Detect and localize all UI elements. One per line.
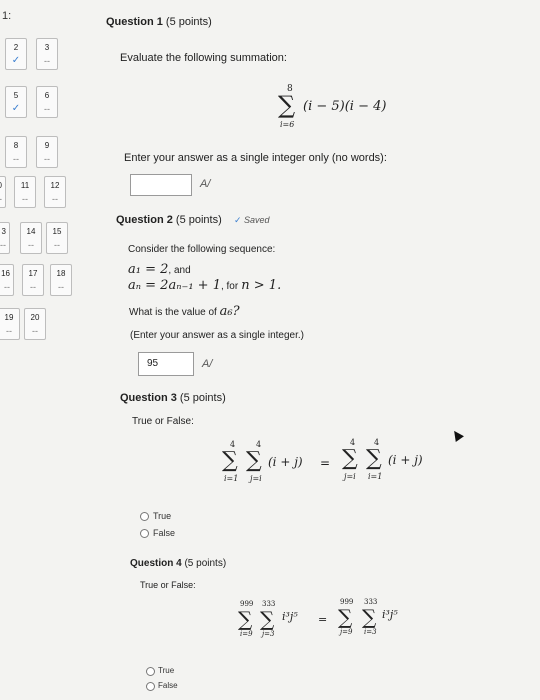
left-outer-lower: i=9 <box>240 630 253 638</box>
left-outer-lower: i=1 <box>224 474 239 483</box>
question-1-heading: Question 1 (5 points) <box>106 16 212 28</box>
right-outer-lower: j=9 <box>340 628 353 636</box>
question-3-prompt: True or False: <box>132 416 194 427</box>
sum-lower-limit: i=6 <box>280 120 295 129</box>
nav-question-14[interactable]: 14 -- <box>20 222 42 254</box>
left-expression: i³j⁵ <box>282 610 298 623</box>
left-inner-lower: j=3 <box>262 630 275 638</box>
nav-question-partial-0[interactable]: 0-- <box>0 176 6 208</box>
summation-symbol: ∑ <box>222 448 238 473</box>
question-4-true-radio[interactable] <box>146 667 155 676</box>
check-icon: ✓ <box>234 215 245 225</box>
summation-expression: (i − 5)(i − 4) <box>303 99 387 114</box>
saved-status: ✓ Saved <box>234 215 270 225</box>
timer-label: 1: <box>2 10 12 22</box>
right-expression: i³j⁵ <box>382 608 398 621</box>
summation-symbol: ∑ <box>278 91 296 119</box>
sequence-line-1: a₁ = 2, and <box>128 262 191 277</box>
equals-sign: = <box>318 613 328 626</box>
nav-question-5[interactable]: 5 ✓ <box>5 86 27 118</box>
question-2-question: What is the value of a₆? <box>129 304 240 319</box>
question-4-false-radio[interactable] <box>146 682 155 691</box>
question-2-instruction: (Enter your answer as a single integer.) <box>130 330 304 341</box>
summation-symbol: ∑ <box>362 605 377 629</box>
summation-symbol: ∑ <box>238 607 253 631</box>
summation-symbol: ∑ <box>366 446 382 471</box>
question-2-heading: Question 2 (5 points) <box>116 214 222 226</box>
right-outer-lower: j=i <box>344 472 356 481</box>
question-4-true-label: True <box>158 666 175 675</box>
question-3-heading: Question 3 (5 points) <box>120 392 226 404</box>
spellcheck-icon[interactable]: A/ <box>202 358 212 370</box>
question-3-false-radio[interactable] <box>140 529 149 538</box>
summation-symbol: ∑ <box>338 605 353 629</box>
summation-symbol: ∑ <box>260 607 275 631</box>
nav-question-16[interactable]: 16 -- <box>0 264 14 296</box>
nav-question-15[interactable]: 15 -- <box>46 222 68 254</box>
nav-question-6[interactable]: 6 -- <box>36 86 58 118</box>
right-inner-lower: i=1 <box>368 472 383 481</box>
question-4-false-label: False <box>158 681 178 690</box>
question-4-prompt: True or False: <box>140 580 196 590</box>
question-2-prompt: Consider the following sequence: <box>128 244 276 255</box>
question-3-true-label: True <box>153 511 172 521</box>
answered-check-icon: ✓ <box>11 103 21 114</box>
summation-symbol: ∑ <box>342 446 358 471</box>
left-inner-lower: j=i <box>250 474 262 483</box>
nav-question-partial-13[interactable]: 3 -- <box>0 222 10 254</box>
sequence-line-2: aₙ = 2aₙ₋₁ + 1, for n > 1. <box>128 278 282 293</box>
question-1-answer-input[interactable] <box>130 174 192 196</box>
nav-question-19[interactable]: 19 -- <box>0 308 20 340</box>
nav-question-2[interactable]: 2 ✓ <box>5 38 27 70</box>
nav-question-18[interactable]: 18 -- <box>50 264 72 296</box>
nav-question-3[interactable]: 3 -- <box>36 38 58 70</box>
nav-question-11[interactable]: 11 -- <box>14 176 36 208</box>
mouse-pointer-icon <box>450 428 464 442</box>
nav-question-8[interactable]: 8 -- <box>5 136 27 168</box>
left-expression: (i + j) <box>268 455 303 469</box>
question-3-false-label: False <box>153 528 176 538</box>
quiz-page: 1: 2✓ 3-- 5✓ 6-- 8-- 9-- 0-- 11-- 12-- 3… <box>0 0 540 700</box>
right-expression: (i + j) <box>388 453 423 467</box>
nav-question-12[interactable]: 12 -- <box>44 176 66 208</box>
question-3-true-radio[interactable] <box>140 512 149 521</box>
nav-question-17[interactable]: 17 -- <box>22 264 44 296</box>
question-4-heading: Question 4 (5 points) <box>130 558 227 569</box>
equals-sign: = <box>320 456 331 470</box>
spellcheck-icon[interactable]: A/ <box>200 178 210 190</box>
nav-question-20[interactable]: 20 -- <box>24 308 46 340</box>
right-inner-lower: i=3 <box>364 628 377 636</box>
question-1-instruction: Enter your answer as a single integer on… <box>124 152 387 164</box>
answered-check-icon: ✓ <box>11 55 21 66</box>
summation-symbol: ∑ <box>246 448 262 473</box>
question-2-answer-input[interactable]: 95 <box>138 352 194 376</box>
question-1-prompt: Evaluate the following summation: <box>120 52 287 64</box>
nav-question-9[interactable]: 9 -- <box>36 136 58 168</box>
